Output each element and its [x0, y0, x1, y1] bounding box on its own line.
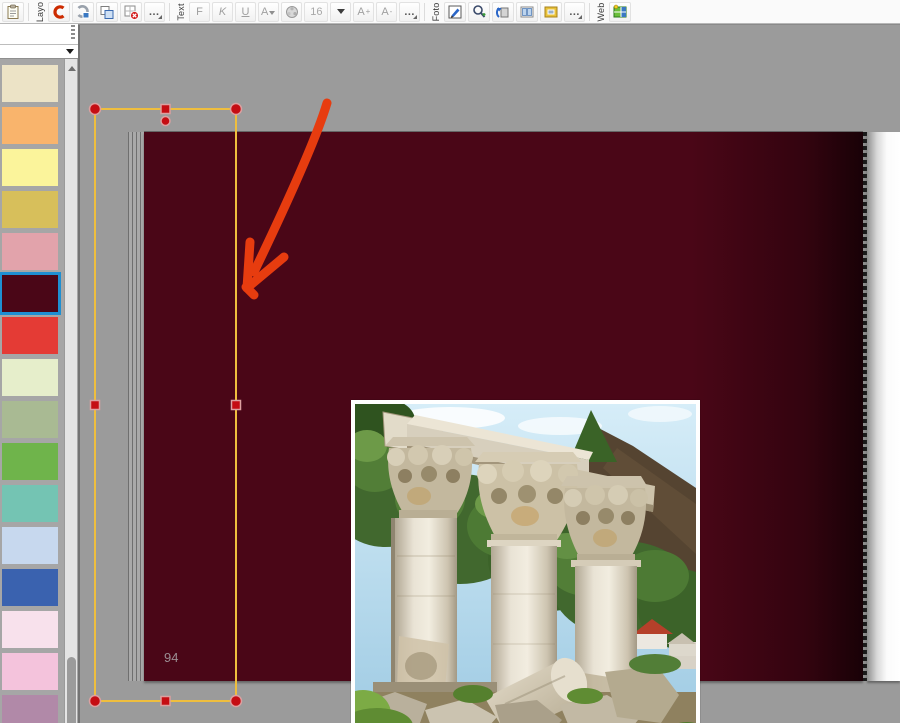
combo-caret-icon: [65, 48, 74, 56]
arrange-icon: [99, 4, 115, 20]
redo-icon: [75, 4, 91, 20]
photo-edit-button[interactable]: [444, 1, 467, 22]
redo-button[interactable]: [72, 1, 94, 22]
underline-button[interactable]: U: [235, 1, 256, 22]
scroll-up-icon[interactable]: [68, 66, 76, 71]
bold-button[interactable]: F: [189, 1, 210, 22]
web-grid-icon: [612, 4, 628, 20]
swatch-list: [0, 65, 60, 723]
selection-handle-bottom-left: [88, 694, 102, 708]
panel-grip-handle[interactable]: [71, 25, 75, 41]
main-toolbar: Layo … Text F K U A 16 A + A - … Foto … …: [0, 0, 900, 24]
toolbar-separator: [589, 2, 591, 21]
color-swatch-teal[interactable]: [2, 485, 58, 522]
page-number: 94: [164, 650, 179, 665]
delete-frame-button[interactable]: [120, 1, 142, 22]
paste-button[interactable]: [2, 1, 24, 22]
font-size-value[interactable]: 16: [304, 1, 329, 22]
color-swatch-green[interactable]: [2, 443, 58, 480]
page-stack-edge: [128, 132, 144, 681]
color-swatch-orange[interactable]: [2, 107, 58, 144]
italic-button[interactable]: K: [212, 1, 233, 22]
color-swatch-maroon[interactable]: [2, 275, 58, 312]
photo-frame-button[interactable]: [540, 1, 563, 22]
columns-photo: [355, 404, 696, 723]
book-page-left[interactable]: 94: [144, 132, 863, 723]
editor-canvas[interactable]: 94: [78, 24, 900, 723]
delete-frame-icon: [123, 4, 139, 20]
font-increase-button[interactable]: A +: [353, 1, 375, 22]
photo-frame-icon: [543, 4, 559, 20]
color-wheel-icon: [285, 5, 299, 19]
swatch-area: [0, 59, 78, 723]
scrollbar-thumb[interactable]: [67, 657, 76, 723]
book-page-right[interactable]: [867, 132, 900, 681]
photo-search-button[interactable]: [468, 1, 491, 22]
color-palette-panel: [0, 24, 78, 723]
color-swatch-light-blue[interactable]: [2, 527, 58, 564]
palette-scrollbar[interactable]: [64, 59, 77, 723]
font-color-button[interactable]: A: [258, 1, 280, 22]
selection-handle-top-right: [229, 102, 243, 116]
photo-search-icon: [471, 4, 487, 20]
photo-more-button[interactable]: …: [564, 1, 586, 22]
photo-rotate-icon: [495, 4, 511, 20]
selection-handle-right: [230, 399, 242, 411]
photobook-editor-window: Layo … Text F K U A 16 A + A - … Foto … …: [0, 0, 900, 723]
selection-handle-bottom: [160, 695, 171, 707]
color-swatch-cream[interactable]: [2, 65, 58, 102]
text-group-label: Text: [175, 2, 186, 21]
font-color-caret-icon: [268, 8, 276, 16]
font-decrease-button[interactable]: A-: [376, 1, 398, 22]
selection-handle-top-left: [88, 102, 102, 116]
toolbar-separator: [169, 2, 170, 21]
palette-select[interactable]: [0, 44, 78, 59]
photo-edit-icon: [447, 4, 463, 20]
placed-photo[interactable]: [351, 400, 700, 723]
color-swatch-blue[interactable]: [2, 569, 58, 606]
undo-icon: [51, 4, 67, 20]
font-size-dropdown[interactable]: [330, 1, 352, 22]
color-swatch-red[interactable]: [2, 317, 58, 354]
color-swatch-pink[interactable]: [2, 653, 58, 690]
selection-rotate-handle: [160, 115, 171, 127]
photo-group-label: Foto: [430, 2, 441, 21]
layout-columns-button[interactable]: [516, 1, 539, 22]
selection-handle-top: [160, 103, 171, 115]
color-swatch-gold[interactable]: [2, 191, 58, 228]
color-swatch-pale-green[interactable]: [2, 359, 58, 396]
arrange-button[interactable]: [96, 1, 118, 22]
selection-handle-left: [89, 399, 101, 411]
text-more-button[interactable]: …: [399, 1, 421, 22]
toolbar-separator: [28, 2, 29, 21]
toolbar-separator: [424, 2, 426, 21]
color-swatch-pale-pink[interactable]: [2, 611, 58, 648]
layout-group-label: Layo: [34, 1, 45, 22]
layout-columns-icon: [519, 4, 535, 20]
color-wheel-button[interactable]: [281, 1, 303, 22]
undo-button[interactable]: [48, 1, 70, 22]
paste-icon: [5, 4, 21, 20]
web-grid-button[interactable]: [609, 1, 632, 22]
web-group-label: Web: [595, 2, 606, 21]
selection-handle-bottom-right: [229, 694, 243, 708]
layout-more-button[interactable]: …: [144, 1, 165, 22]
photo-rotate-button[interactable]: [492, 1, 515, 22]
color-swatch-mauve[interactable]: [2, 695, 58, 723]
color-swatch-light-yellow[interactable]: [2, 149, 58, 186]
color-swatch-sage[interactable]: [2, 401, 58, 438]
color-swatch-rose[interactable]: [2, 233, 58, 270]
